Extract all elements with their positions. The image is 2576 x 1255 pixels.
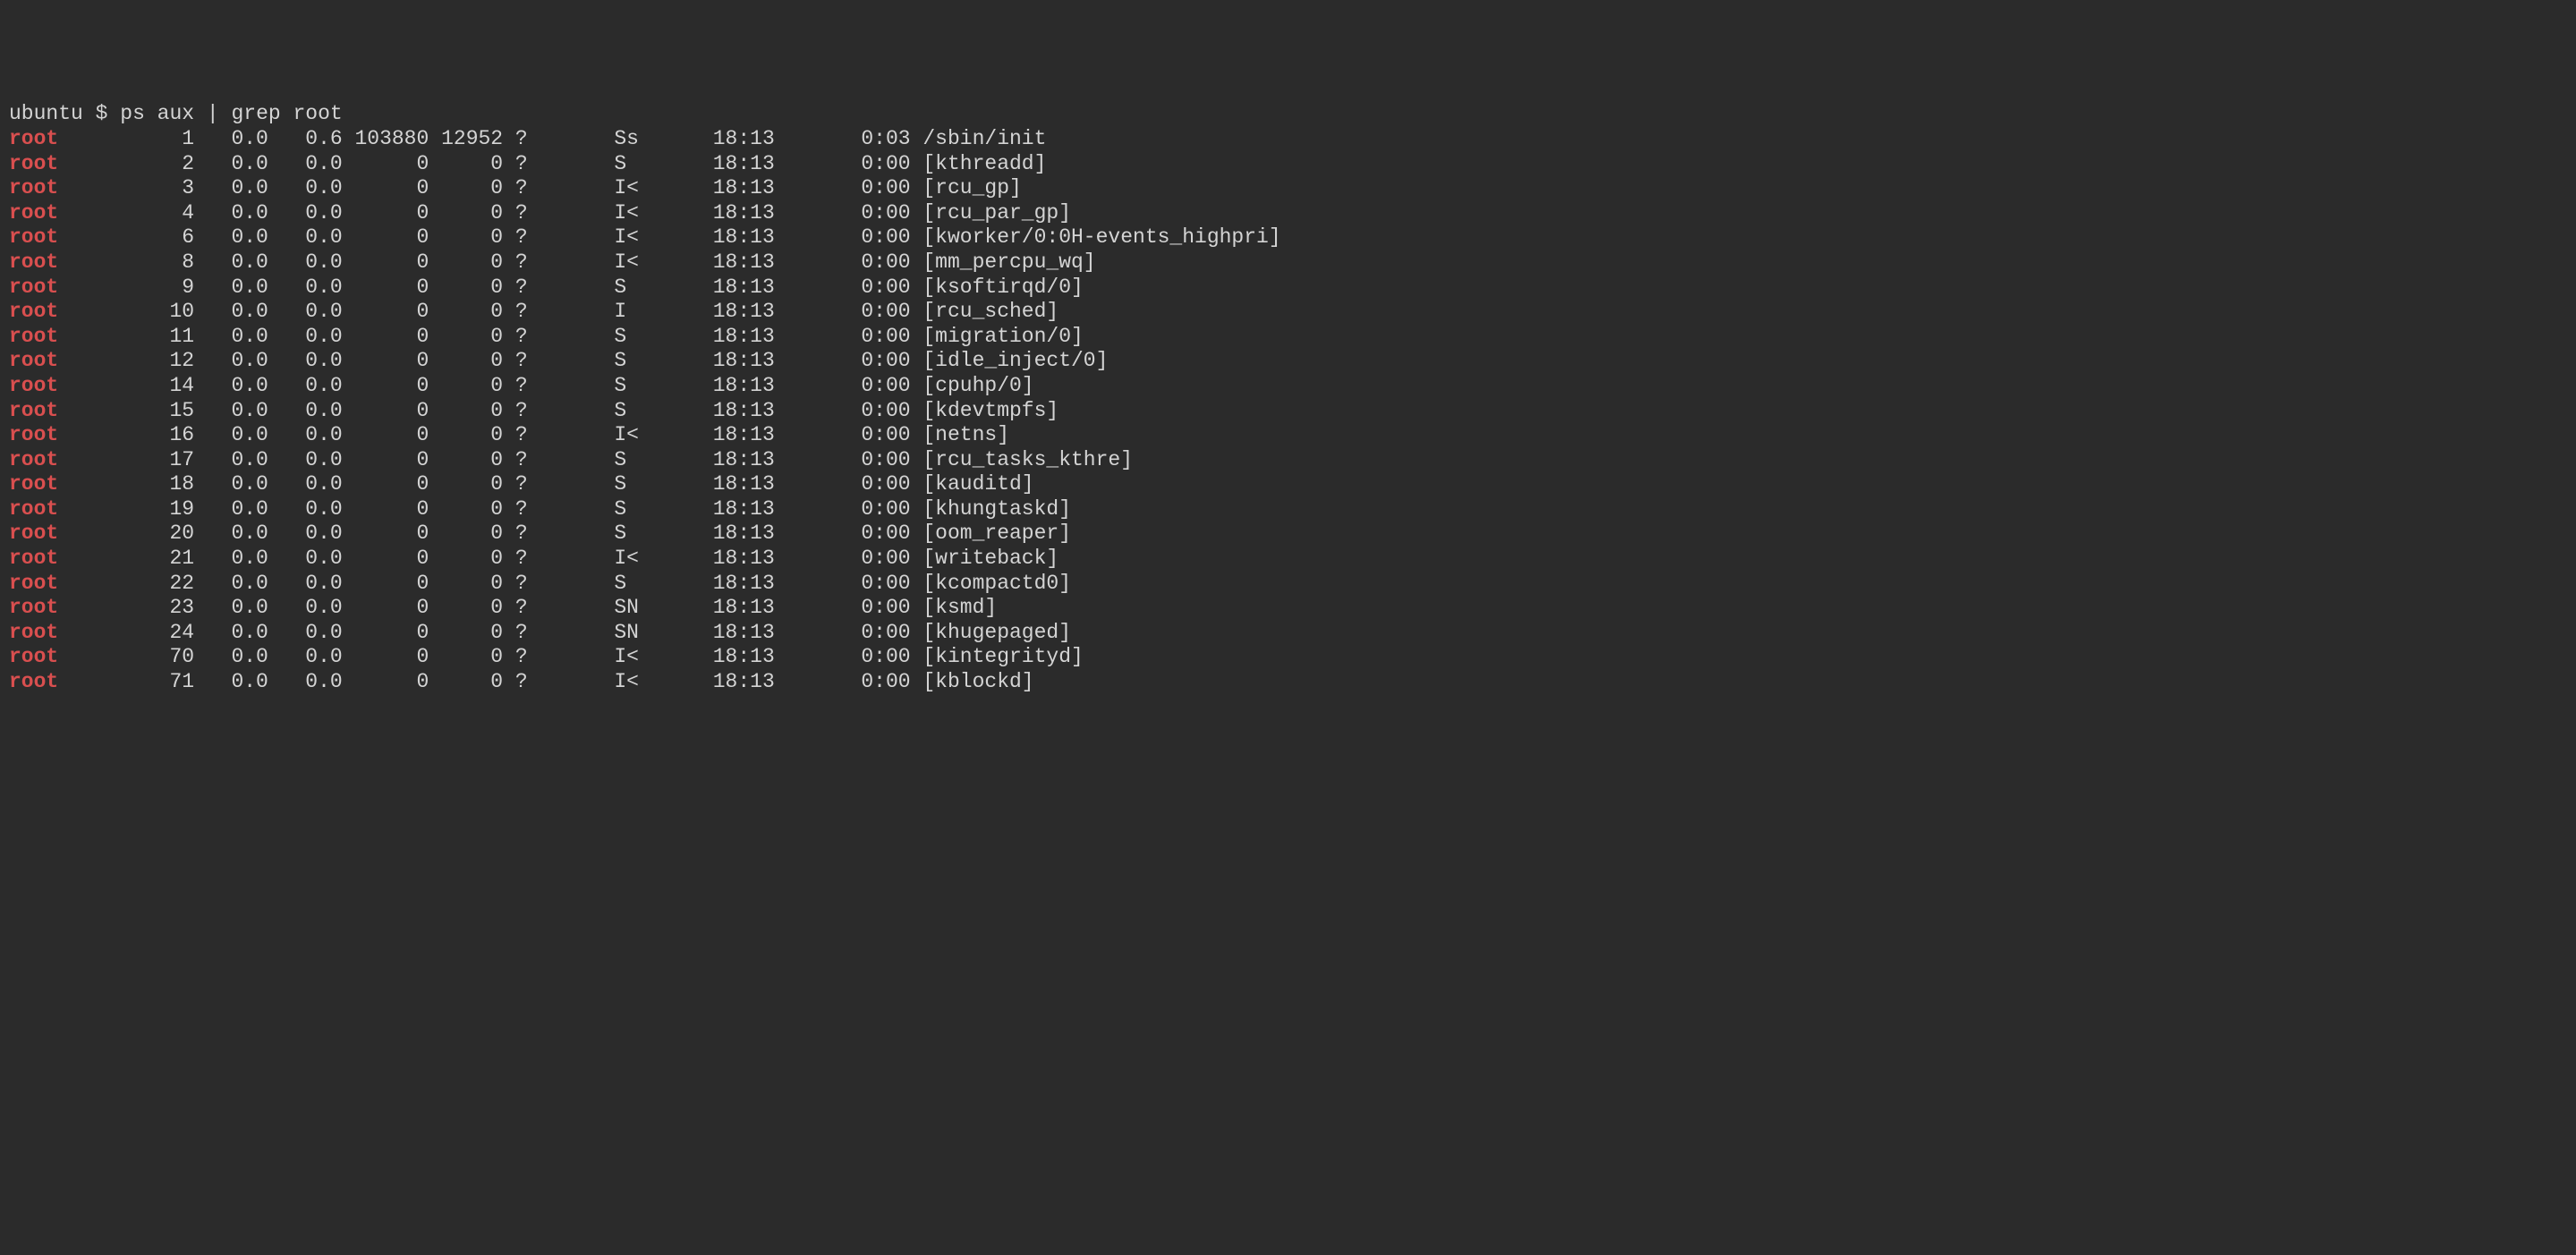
process-row: root 23 0.0 0.0 0 0 ? SN 18:13 0:00 [ksm… xyxy=(9,596,2567,621)
process-row: root 1 0.0 0.6 103880 12952 ? Ss 18:13 0… xyxy=(9,127,2567,152)
process-details: 11 0.0 0.0 0 0 ? S 18:13 0:00 [migration… xyxy=(58,325,1084,348)
process-details: 8 0.0 0.0 0 0 ? I< 18:13 0:00 [mm_percpu… xyxy=(58,250,1095,274)
process-user: root xyxy=(9,645,58,668)
process-details: 6 0.0 0.0 0 0 ? I< 18:13 0:00 [kworker/0… xyxy=(58,225,1280,249)
process-row: root 14 0.0 0.0 0 0 ? S 18:13 0:00 [cpuh… xyxy=(9,374,2567,399)
process-row: root 10 0.0 0.0 0 0 ? I 18:13 0:00 [rcu_… xyxy=(9,300,2567,325)
process-details: 18 0.0 0.0 0 0 ? S 18:13 0:00 [kauditd] xyxy=(58,472,1033,496)
process-user: root xyxy=(9,152,58,175)
process-row: root 2 0.0 0.0 0 0 ? S 18:13 0:00 [kthre… xyxy=(9,152,2567,177)
process-details: 70 0.0 0.0 0 0 ? I< 18:13 0:00 [kintegri… xyxy=(58,645,1084,668)
process-row: root 11 0.0 0.0 0 0 ? S 18:13 0:00 [migr… xyxy=(9,325,2567,350)
process-list: root 1 0.0 0.6 103880 12952 ? Ss 18:13 0… xyxy=(9,127,2567,695)
process-user: root xyxy=(9,497,58,521)
process-row: root 22 0.0 0.0 0 0 ? S 18:13 0:00 [kcom… xyxy=(9,572,2567,597)
process-details: 20 0.0 0.0 0 0 ? S 18:13 0:00 [oom_reape… xyxy=(58,522,1071,545)
process-user: root xyxy=(9,349,58,372)
process-row: root 9 0.0 0.0 0 0 ? S 18:13 0:00 [ksoft… xyxy=(9,276,2567,301)
process-user: root xyxy=(9,225,58,249)
process-details: 71 0.0 0.0 0 0 ? I< 18:13 0:00 [kblockd] xyxy=(58,670,1033,693)
process-row: root 19 0.0 0.0 0 0 ? S 18:13 0:00 [khun… xyxy=(9,497,2567,522)
process-row: root 16 0.0 0.0 0 0 ? I< 18:13 0:00 [net… xyxy=(9,423,2567,448)
process-user: root xyxy=(9,572,58,595)
process-user: root xyxy=(9,522,58,545)
command-text: ps aux | grep root xyxy=(120,102,342,125)
process-details: 24 0.0 0.0 0 0 ? SN 18:13 0:00 [khugepag… xyxy=(58,621,1071,644)
process-row: root 15 0.0 0.0 0 0 ? S 18:13 0:00 [kdev… xyxy=(9,399,2567,424)
process-details: 1 0.0 0.6 103880 12952 ? Ss 18:13 0:03 /… xyxy=(58,127,1046,150)
process-row: root 3 0.0 0.0 0 0 ? I< 18:13 0:00 [rcu_… xyxy=(9,176,2567,201)
process-details: 10 0.0 0.0 0 0 ? I 18:13 0:00 [rcu_sched… xyxy=(58,300,1058,323)
prompt-symbol: $ xyxy=(96,102,108,125)
process-user: root xyxy=(9,276,58,299)
process-row: root 18 0.0 0.0 0 0 ? S 18:13 0:00 [kaud… xyxy=(9,472,2567,497)
process-user: root xyxy=(9,127,58,150)
process-row: root 21 0.0 0.0 0 0 ? I< 18:13 0:00 [wri… xyxy=(9,547,2567,572)
process-user: root xyxy=(9,201,58,225)
process-details: 14 0.0 0.0 0 0 ? S 18:13 0:00 [cpuhp/0] xyxy=(58,374,1033,397)
process-row: root 6 0.0 0.0 0 0 ? I< 18:13 0:00 [kwor… xyxy=(9,225,2567,250)
process-user: root xyxy=(9,547,58,570)
process-user: root xyxy=(9,472,58,496)
process-details: 9 0.0 0.0 0 0 ? S 18:13 0:00 [ksoftirqd/… xyxy=(58,276,1084,299)
process-user: root xyxy=(9,448,58,471)
process-details: 22 0.0 0.0 0 0 ? S 18:13 0:00 [kcompactd… xyxy=(58,572,1071,595)
terminal-output[interactable]: ubuntu $ ps aux | grep rootroot 1 0.0 0.… xyxy=(9,102,2567,694)
process-row: root 8 0.0 0.0 0 0 ? I< 18:13 0:00 [mm_p… xyxy=(9,250,2567,276)
process-user: root xyxy=(9,300,58,323)
process-user: root xyxy=(9,176,58,199)
process-user: root xyxy=(9,325,58,348)
process-details: 4 0.0 0.0 0 0 ? I< 18:13 0:00 [rcu_par_g… xyxy=(58,201,1071,225)
process-user: root xyxy=(9,670,58,693)
process-user: root xyxy=(9,621,58,644)
process-details: 19 0.0 0.0 0 0 ? S 18:13 0:00 [khungtask… xyxy=(58,497,1071,521)
process-details: 2 0.0 0.0 0 0 ? S 18:13 0:00 [kthreadd] xyxy=(58,152,1046,175)
process-details: 16 0.0 0.0 0 0 ? I< 18:13 0:00 [netns] xyxy=(58,423,1009,446)
process-user: root xyxy=(9,596,58,619)
process-user: root xyxy=(9,374,58,397)
process-row: root 70 0.0 0.0 0 0 ? I< 18:13 0:00 [kin… xyxy=(9,645,2567,670)
process-details: 21 0.0 0.0 0 0 ? I< 18:13 0:00 [writebac… xyxy=(58,547,1058,570)
process-details: 3 0.0 0.0 0 0 ? I< 18:13 0:00 [rcu_gp] xyxy=(58,176,1022,199)
process-row: root 17 0.0 0.0 0 0 ? S 18:13 0:00 [rcu_… xyxy=(9,448,2567,473)
process-row: root 12 0.0 0.0 0 0 ? S 18:13 0:00 [idle… xyxy=(9,349,2567,374)
process-details: 15 0.0 0.0 0 0 ? S 18:13 0:00 [kdevtmpfs… xyxy=(58,399,1058,422)
process-user: root xyxy=(9,423,58,446)
process-details: 17 0.0 0.0 0 0 ? S 18:13 0:00 [rcu_tasks… xyxy=(58,448,1133,471)
process-row: root 4 0.0 0.0 0 0 ? I< 18:13 0:00 [rcu_… xyxy=(9,201,2567,226)
process-details: 23 0.0 0.0 0 0 ? SN 18:13 0:00 [ksmd] xyxy=(58,596,997,619)
process-details: 12 0.0 0.0 0 0 ? S 18:13 0:00 [idle_inje… xyxy=(58,349,1108,372)
prompt-line: ubuntu $ ps aux | grep root xyxy=(9,102,2567,127)
process-row: root 71 0.0 0.0 0 0 ? I< 18:13 0:00 [kbl… xyxy=(9,670,2567,695)
prompt-user: ubuntu xyxy=(9,102,83,125)
process-user: root xyxy=(9,250,58,274)
process-row: root 20 0.0 0.0 0 0 ? S 18:13 0:00 [oom_… xyxy=(9,522,2567,547)
process-user: root xyxy=(9,399,58,422)
process-row: root 24 0.0 0.0 0 0 ? SN 18:13 0:00 [khu… xyxy=(9,621,2567,646)
